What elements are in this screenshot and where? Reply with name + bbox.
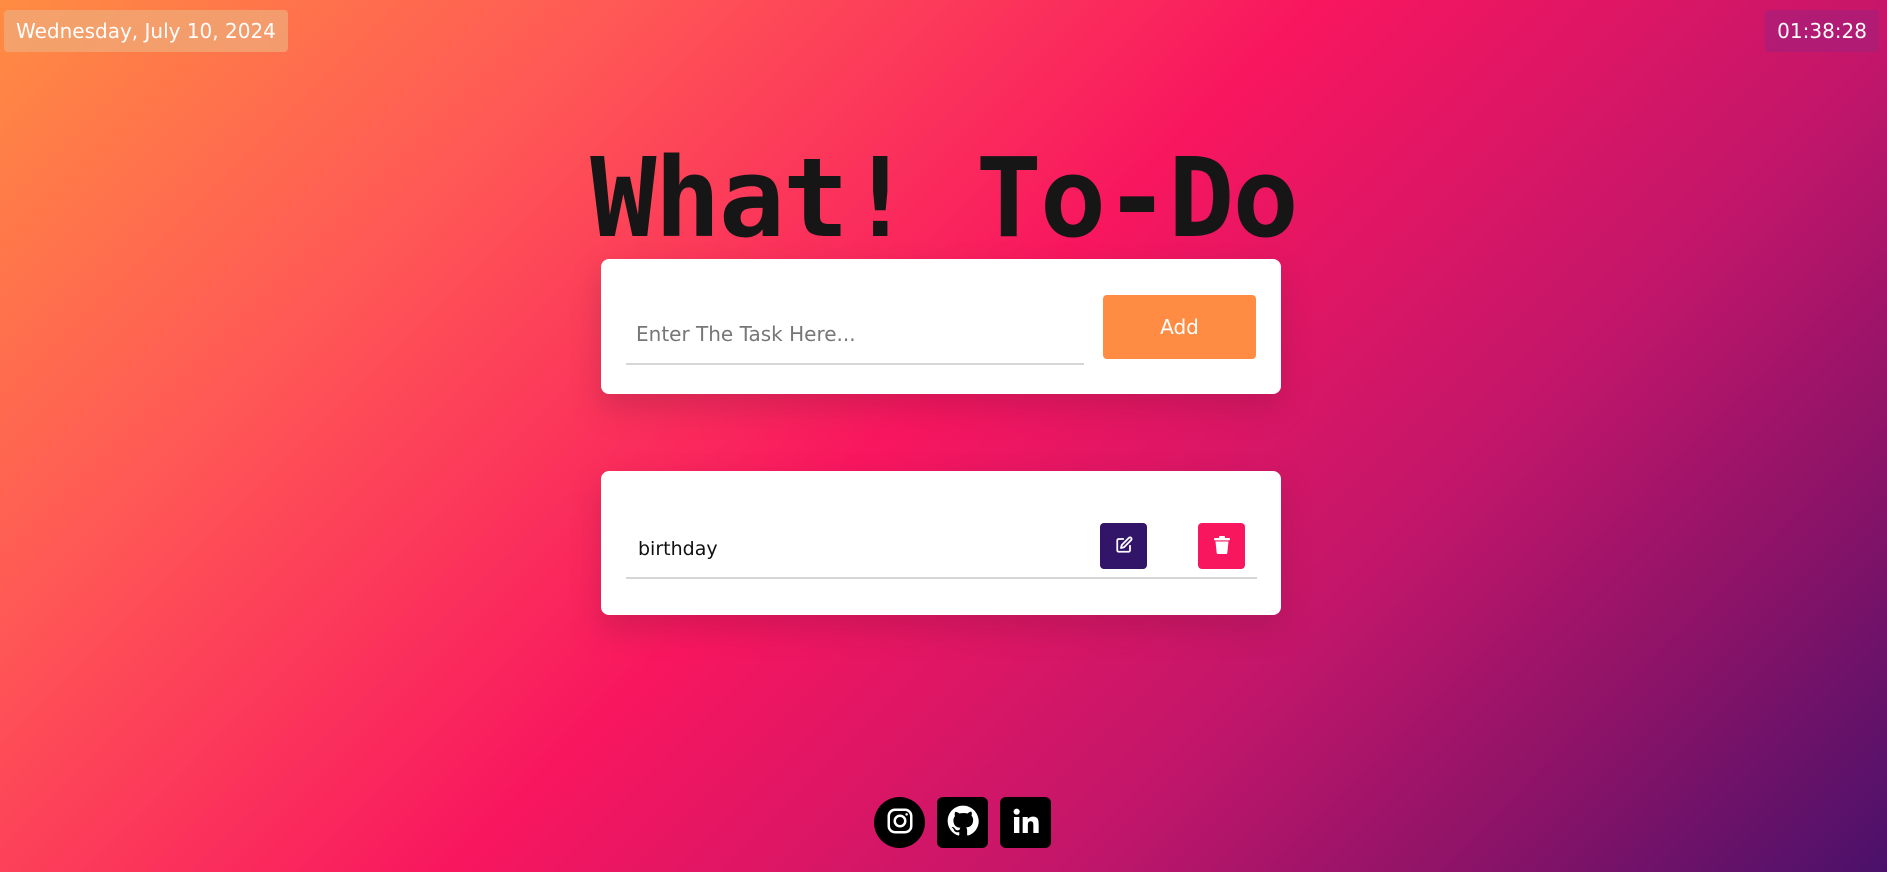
date-display: Wednesday, July 10, 2024 — [4, 10, 288, 52]
add-button[interactable]: Add — [1103, 295, 1256, 359]
social-links — [874, 797, 1051, 848]
task-input[interactable] — [626, 305, 1084, 365]
task-list-card: birthday — [601, 471, 1281, 615]
linkedin-icon — [1010, 805, 1042, 841]
github-link[interactable] — [937, 797, 988, 848]
delete-button[interactable] — [1198, 523, 1245, 569]
task-text: birthday — [638, 538, 718, 560]
linkedin-link[interactable] — [1000, 797, 1051, 848]
date-text: Wednesday, July 10, 2024 — [16, 19, 276, 43]
task-item: birthday — [626, 523, 1257, 579]
instagram-icon — [885, 806, 915, 840]
task-input-card: Add — [601, 259, 1281, 394]
instagram-link[interactable] — [874, 797, 925, 848]
clock-display: 01:38:28 — [1765, 10, 1879, 52]
edit-button[interactable] — [1100, 523, 1147, 569]
page-title: What! To-Do — [590, 134, 1298, 262]
github-icon — [947, 805, 979, 841]
edit-icon — [1115, 536, 1133, 557]
clock-text: 01:38:28 — [1777, 19, 1867, 43]
trash-icon — [1213, 535, 1230, 557]
